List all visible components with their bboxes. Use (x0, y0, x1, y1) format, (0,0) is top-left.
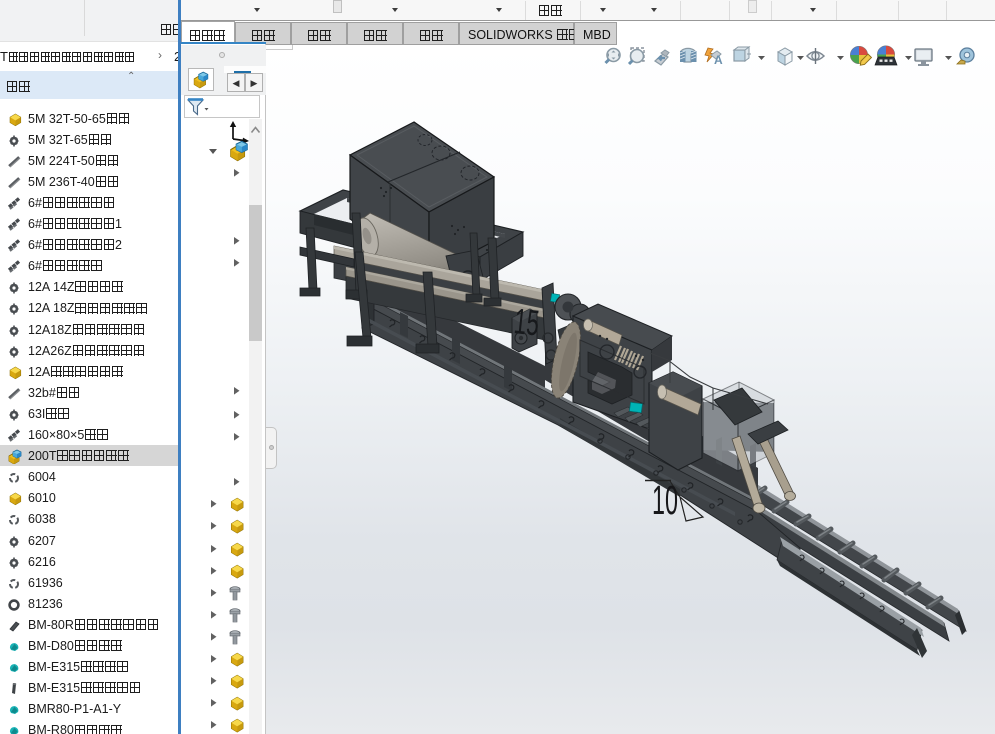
svg-text:15: 15 (512, 300, 541, 343)
svg-text:A: A (714, 53, 723, 67)
svg-text:10: 10 (652, 477, 678, 523)
